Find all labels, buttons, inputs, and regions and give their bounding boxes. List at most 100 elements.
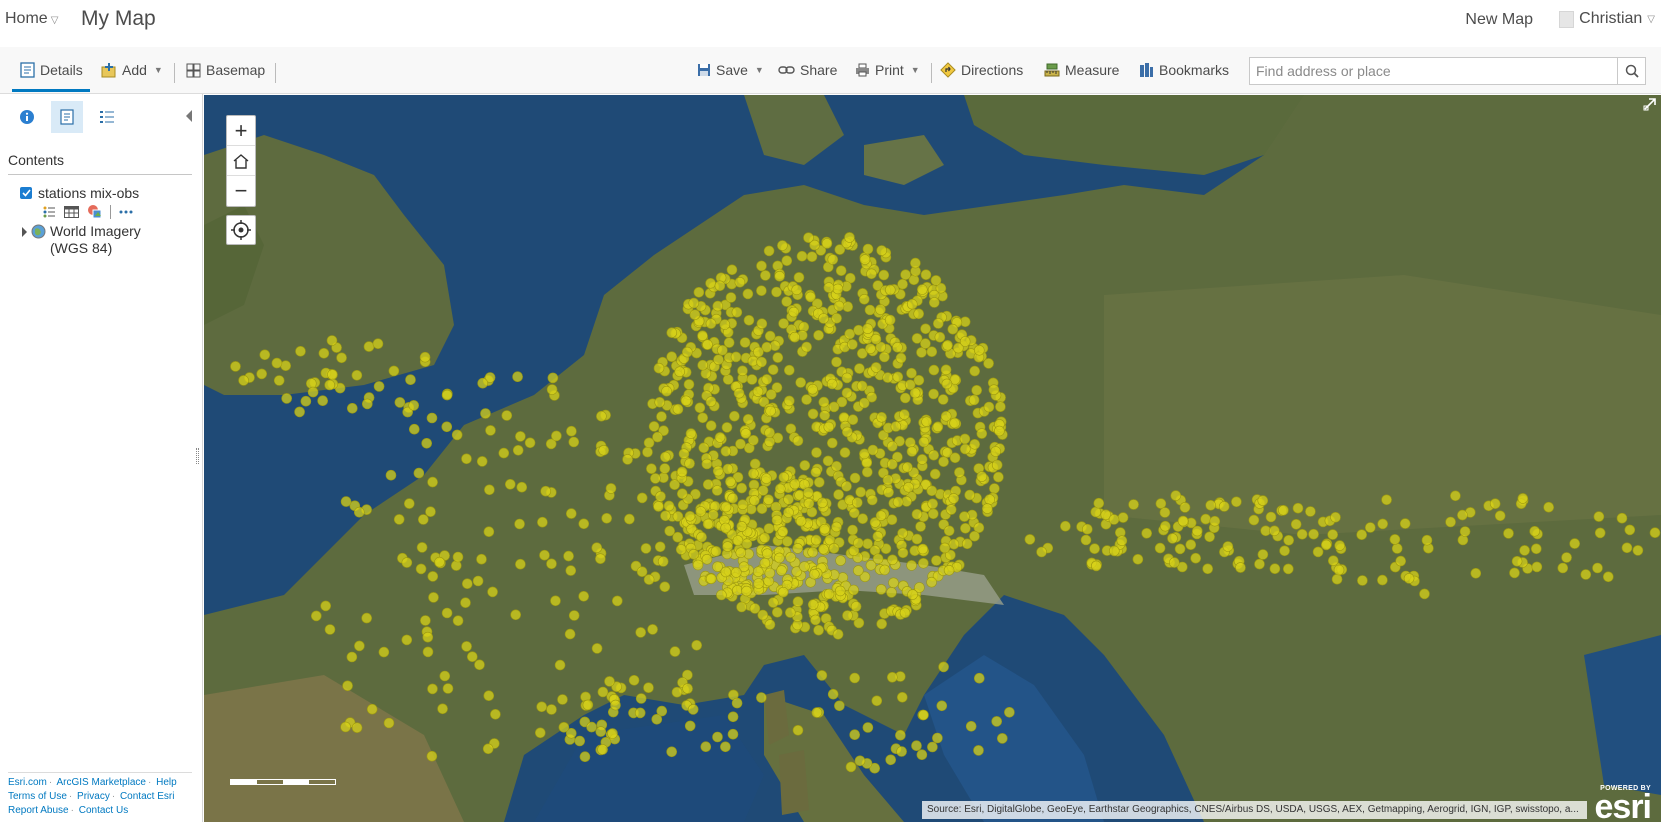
station-point[interactable]	[418, 514, 429, 525]
expand-layer-button[interactable]	[22, 227, 27, 237]
station-point[interactable]	[928, 388, 939, 400]
station-point[interactable]	[756, 318, 768, 329]
station-point[interactable]	[878, 269, 890, 281]
station-point[interactable]	[697, 330, 708, 341]
station-point[interactable]	[776, 565, 787, 576]
station-point[interactable]	[694, 402, 706, 414]
station-point[interactable]	[654, 541, 666, 553]
station-point[interactable]	[1269, 563, 1281, 575]
station-point[interactable]	[579, 751, 591, 763]
station-point[interactable]	[937, 394, 949, 405]
station-point[interactable]	[817, 497, 828, 509]
station-point[interactable]	[826, 437, 838, 449]
station-point[interactable]	[792, 543, 804, 554]
station-point[interactable]	[697, 412, 709, 424]
station-point[interactable]	[1090, 506, 1102, 518]
station-point[interactable]	[238, 375, 249, 386]
station-point[interactable]	[742, 413, 754, 425]
station-point[interactable]	[1561, 552, 1572, 563]
station-point[interactable]	[989, 483, 1000, 494]
station-point[interactable]	[705, 573, 717, 585]
station-point[interactable]	[1205, 499, 1217, 511]
station-point[interactable]	[539, 549, 550, 561]
station-point[interactable]	[883, 486, 894, 498]
station-point[interactable]	[705, 278, 716, 289]
station-point[interactable]	[859, 254, 871, 265]
station-point[interactable]	[702, 518, 714, 530]
station-point[interactable]	[1531, 561, 1543, 573]
station-point[interactable]	[1155, 498, 1167, 509]
station-point[interactable]	[1278, 504, 1289, 516]
station-point[interactable]	[968, 394, 980, 406]
station-point[interactable]	[425, 506, 436, 518]
station-point[interactable]	[778, 318, 789, 329]
station-point[interactable]	[681, 346, 693, 358]
station-point[interactable]	[653, 362, 665, 374]
station-point[interactable]	[730, 567, 742, 578]
station-point[interactable]	[827, 254, 839, 265]
station-point[interactable]	[726, 264, 738, 276]
station-point[interactable]	[420, 615, 431, 626]
station-point[interactable]	[904, 379, 916, 391]
station-point[interactable]	[918, 557, 929, 569]
station-point[interactable]	[700, 741, 712, 753]
station-point[interactable]	[990, 446, 1002, 457]
station-point[interactable]	[760, 270, 771, 281]
station-point[interactable]	[1312, 546, 1324, 558]
station-point[interactable]	[596, 410, 607, 422]
station-point[interactable]	[340, 496, 352, 507]
station-point[interactable]	[501, 410, 513, 421]
station-point[interactable]	[676, 466, 688, 478]
locate-button[interactable]	[226, 215, 256, 245]
station-point[interactable]	[586, 721, 597, 733]
station-point[interactable]	[853, 324, 864, 336]
station-point[interactable]	[683, 379, 695, 390]
station-point[interactable]	[550, 595, 561, 607]
station-point[interactable]	[1603, 571, 1614, 583]
basemap-button[interactable]: Basemap	[186, 62, 265, 78]
station-point[interactable]	[795, 377, 807, 388]
map-view[interactable]: + − Source: Esri, DigitalGlobe, GeoEye, …	[204, 95, 1661, 822]
station-point[interactable]	[712, 465, 724, 477]
station-point[interactable]	[848, 507, 860, 519]
station-point[interactable]	[597, 744, 608, 755]
station-point[interactable]	[823, 588, 835, 600]
station-point[interactable]	[597, 686, 609, 698]
station-point[interactable]	[884, 314, 896, 326]
station-point[interactable]	[832, 283, 844, 295]
station-point[interactable]	[1517, 493, 1529, 504]
station-point[interactable]	[515, 558, 526, 570]
station-point[interactable]	[1132, 553, 1144, 565]
station-point[interactable]	[666, 746, 678, 758]
station-point[interactable]	[363, 341, 375, 352]
station-point[interactable]	[719, 319, 731, 330]
station-point[interactable]	[793, 272, 805, 283]
station-point[interactable]	[546, 558, 557, 570]
station-point[interactable]	[1529, 525, 1540, 537]
station-point[interactable]	[746, 374, 758, 385]
station-point[interactable]	[753, 578, 764, 589]
station-point[interactable]	[866, 268, 877, 280]
station-point[interactable]	[749, 495, 760, 506]
station-point[interactable]	[574, 735, 586, 747]
station-point[interactable]	[892, 496, 904, 508]
station-point[interactable]	[899, 392, 911, 404]
station-point[interactable]	[959, 511, 970, 522]
station-point[interactable]	[827, 688, 839, 700]
station-point[interactable]	[867, 444, 879, 456]
station-point[interactable]	[653, 501, 664, 512]
station-point[interactable]	[943, 564, 955, 576]
station-point[interactable]	[1116, 535, 1128, 547]
station-point[interactable]	[422, 646, 434, 658]
link-contact-esri[interactable]: Contact Esri	[120, 791, 174, 802]
station-point[interactable]	[441, 607, 453, 619]
station-point[interactable]	[781, 296, 793, 307]
station-point[interactable]	[731, 307, 743, 318]
details-button[interactable]: Details	[20, 62, 83, 78]
station-point[interactable]	[1283, 563, 1294, 575]
station-point[interactable]	[720, 501, 732, 513]
station-point[interactable]	[1503, 528, 1514, 539]
station-point[interactable]	[1090, 560, 1102, 572]
station-point[interactable]	[426, 412, 438, 424]
station-point[interactable]	[959, 443, 971, 455]
